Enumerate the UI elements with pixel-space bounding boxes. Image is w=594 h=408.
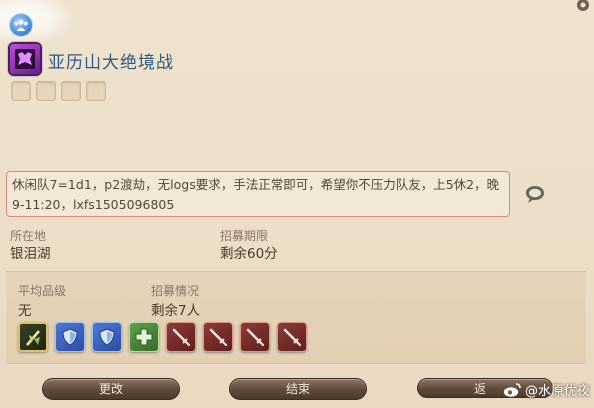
recruitment-status-value: 剩余7人	[151, 303, 201, 319]
duty-title: 亚历山大绝境战	[48, 53, 174, 73]
avg-item-level-label: 平均品级	[18, 284, 67, 298]
dps-sword-icon[interactable]	[166, 322, 196, 352]
location-value: 银泪湖	[10, 246, 51, 262]
watermark-text: @水原优夜	[524, 384, 590, 399]
party-finder-icon	[10, 14, 32, 36]
party-panel: 平均品级 无 招募情况 剩余7人	[6, 271, 586, 364]
weibo-logo-icon	[503, 382, 521, 397]
empty-slot	[36, 81, 56, 101]
watermark: @水原优夜	[502, 380, 590, 399]
avg-item-level-value: 无	[18, 303, 32, 319]
tank-shield-icon[interactable]	[55, 322, 85, 352]
deadline-value: 剩余60分	[220, 246, 278, 262]
end-button[interactable]: 结束	[229, 378, 367, 400]
settings-gear-icon[interactable]	[574, 0, 592, 14]
edit-button[interactable]: 更改	[42, 378, 180, 400]
party-role-slots	[18, 322, 307, 352]
paladin-job-icon[interactable]	[18, 322, 48, 352]
dps-sword-icon[interactable]	[240, 322, 270, 352]
tank-shield-icon[interactable]	[92, 322, 122, 352]
recruitment-status-label: 招募情况	[151, 284, 200, 298]
healer-cross-icon[interactable]	[129, 322, 159, 352]
dps-sword-icon[interactable]	[203, 322, 233, 352]
empty-slot	[11, 81, 31, 101]
empty-slot	[86, 81, 106, 101]
duty-type-icon	[10, 44, 40, 74]
recruitment-comment: 休闲队7=1d1，p2渡劫，无logs要求，手法正常即可，希望你不压力队友，上5…	[6, 171, 510, 217]
empty-slot	[61, 81, 81, 101]
condition-slots	[11, 81, 106, 101]
tell-chat-icon[interactable]	[524, 184, 546, 204]
dps-sword-icon[interactable]	[277, 322, 307, 352]
